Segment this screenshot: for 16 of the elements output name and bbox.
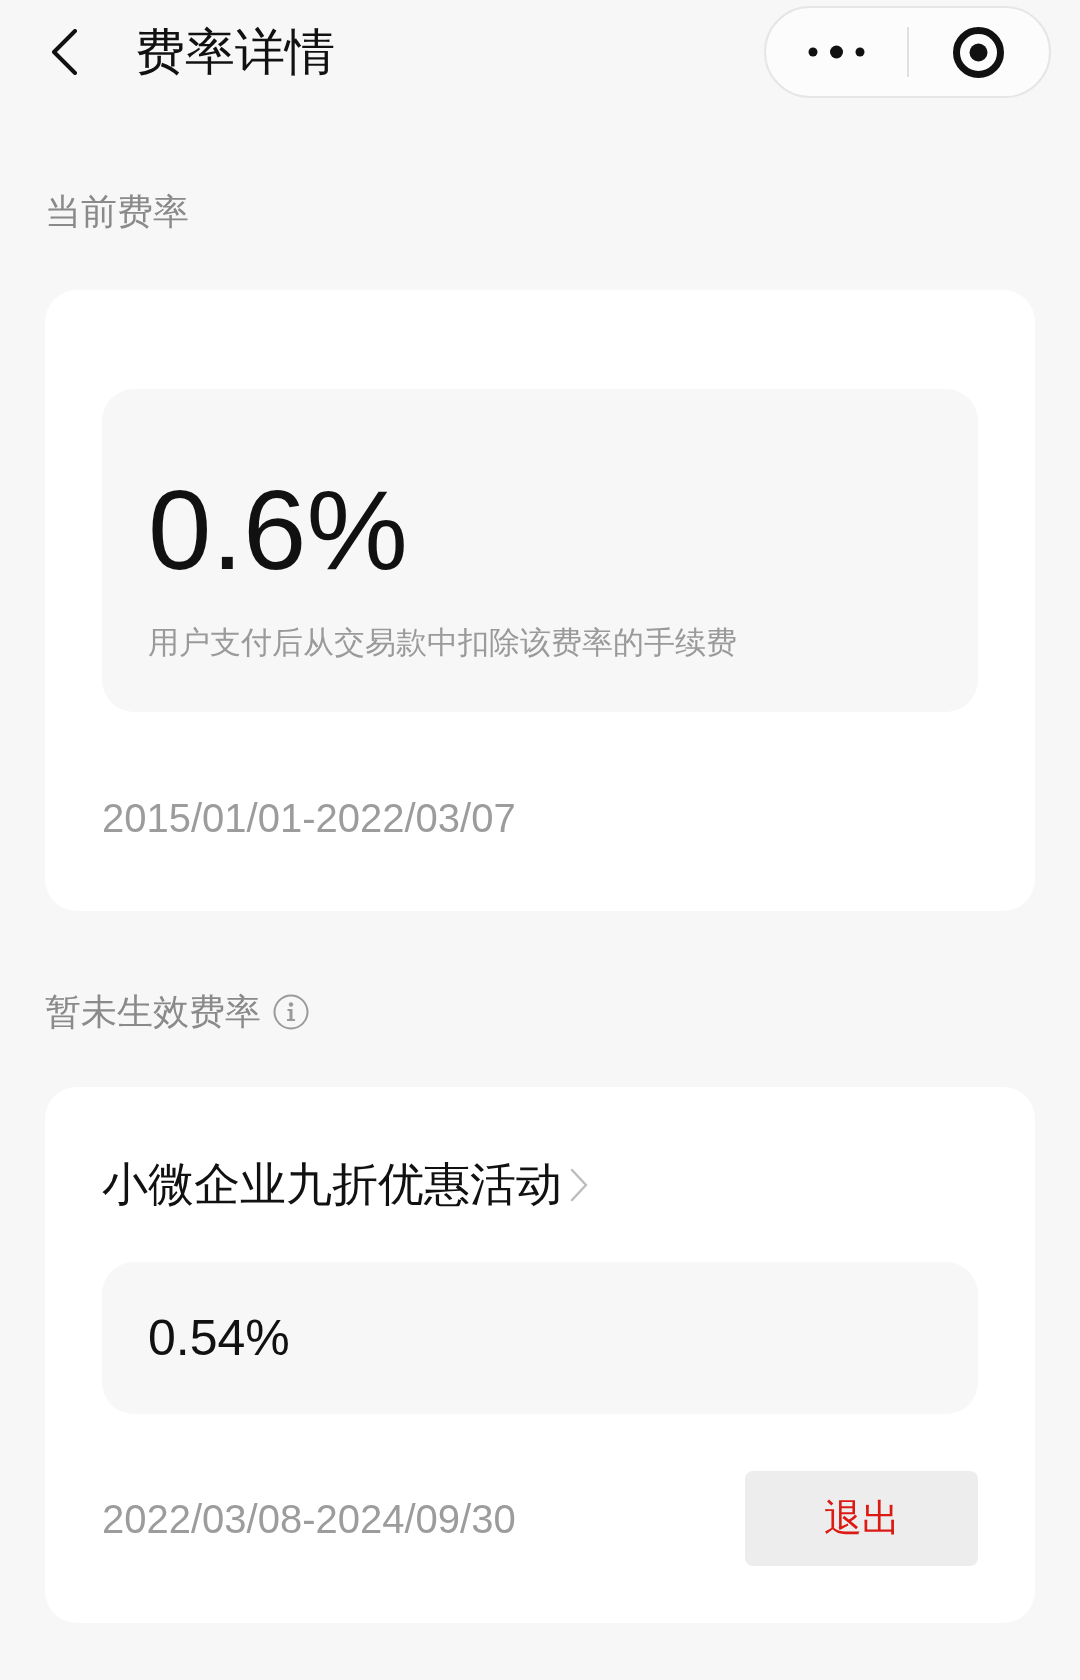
- section-heading: 暂未生效费率: [45, 990, 261, 1033]
- rate-value: 0.54%: [148, 1309, 290, 1368]
- back-icon: [50, 29, 78, 75]
- target-icon: [953, 26, 1005, 78]
- section-heading: 当前费率: [45, 190, 189, 233]
- rate-value: 0.6%: [148, 473, 409, 587]
- promotion-link[interactable]: 小微企业九折优惠活动: [102, 1157, 588, 1212]
- exit-button[interactable]: 退出: [745, 1471, 978, 1566]
- rate-description: 用户支付后从交易款中扣除该费率的手续费: [148, 624, 738, 662]
- chevron-right-icon: [570, 1167, 588, 1202]
- date-range: 2015/01/01-2022/03/07: [102, 795, 517, 842]
- back-button[interactable]: [49, 29, 79, 75]
- date-range: 2022/03/08-2024/09/30: [102, 1495, 516, 1543]
- page-title: 费率详情: [135, 23, 335, 82]
- info-icon[interactable]: [273, 993, 309, 1030]
- more-dots-icon: [807, 45, 865, 59]
